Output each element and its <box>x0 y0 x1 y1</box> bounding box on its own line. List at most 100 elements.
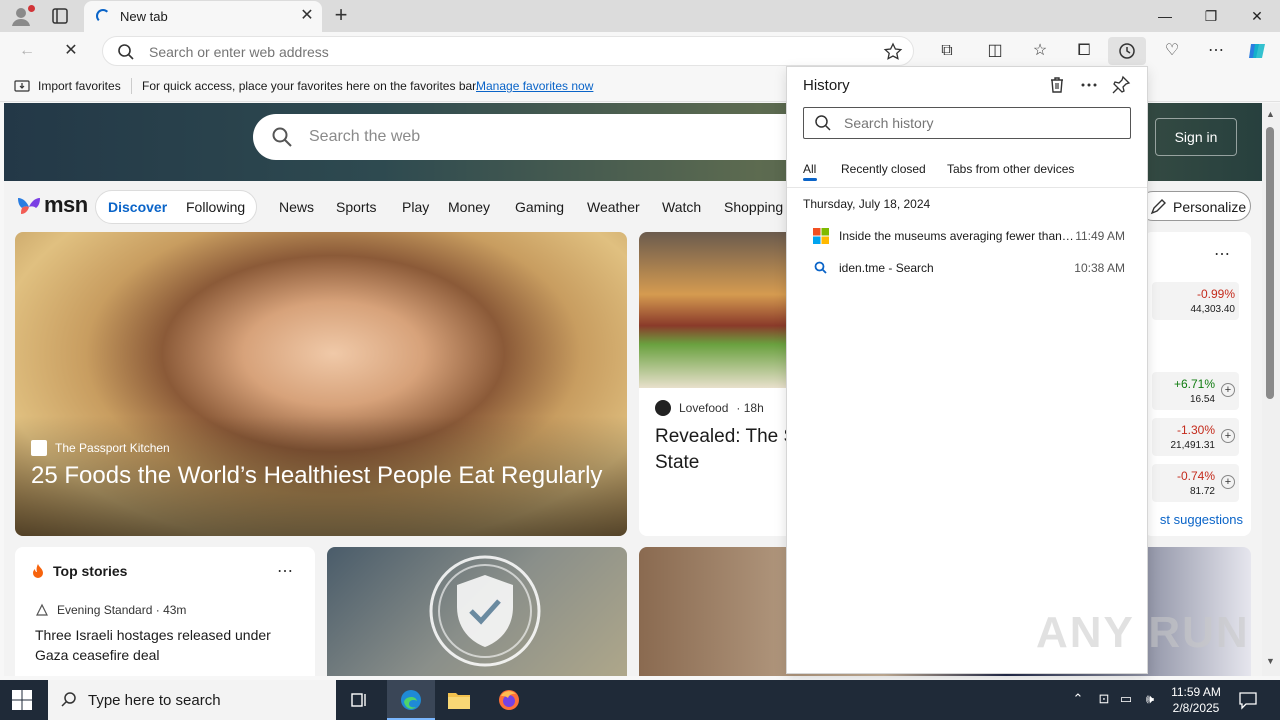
top-stories-more-icon[interactable]: ⋯ <box>277 561 293 581</box>
stock-row[interactable]: -0.74% 81.72 + <box>1152 464 1239 502</box>
hero-article-card[interactable]: The Passport Kitchen 25 Foods the World’… <box>15 232 627 536</box>
page-scrollbar[interactable]: ▲ ▼ <box>1262 103 1280 676</box>
story-title[interactable]: Three Israeli hostages released under Ga… <box>35 625 295 665</box>
stock-row[interactable]: -1.30% 21,491.31 + <box>1152 418 1239 456</box>
taskbar-edge-app[interactable] <box>387 680 435 720</box>
nav-gaming[interactable]: Gaming <box>515 199 564 215</box>
scroll-up-icon[interactable]: ▲ <box>1266 109 1275 119</box>
history-search-input[interactable] <box>844 114 1114 132</box>
feed-toggle: Discover Following <box>95 190 257 224</box>
history-item-title: Inside the museums averaging fewer than … <box>839 229 1075 243</box>
anyrun-watermark: ANY RUN <box>1036 608 1250 657</box>
suggestions-link[interactable]: st suggestions <box>1144 512 1243 527</box>
taskbar-clock[interactable]: 11:59 AM 2/8/2025 <box>1166 684 1226 716</box>
search-icon <box>815 115 831 131</box>
nav-watch[interactable]: Watch <box>662 199 701 215</box>
back-icon[interactable]: ← <box>16 40 38 62</box>
history-panel: History All Recently closed Tabs from ot… <box>786 66 1148 674</box>
new-tab-button[interactable]: + <box>330 4 352 26</box>
favorite-star-icon[interactable] <box>883 42 903 62</box>
top-stories-header: Top stories <box>31 563 127 579</box>
favorites-icon[interactable]: ☆ <box>1029 40 1051 62</box>
split-screen-icon[interactable]: ◫ <box>984 40 1006 62</box>
add-stock-icon[interactable]: + <box>1221 475 1235 489</box>
tab-discover[interactable]: Discover <box>108 199 167 215</box>
stock-change: -0.74% <box>1176 469 1215 483</box>
close-window-button[interactable]: ✕ <box>1234 0 1280 32</box>
manage-favorites-link[interactable]: Manage favorites now <box>476 79 593 93</box>
history-button[interactable] <box>1108 37 1146 65</box>
restore-button[interactable]: ❐ <box>1188 0 1234 32</box>
pin-icon[interactable] <box>1111 75 1131 95</box>
nav-shopping[interactable]: Shopping <box>724 199 783 215</box>
taskbar-firefox-app[interactable] <box>485 680 533 720</box>
import-favorites-button[interactable]: Import favorites <box>14 78 121 94</box>
publisher-logo-icon <box>31 440 47 456</box>
task-view-button[interactable] <box>336 680 384 720</box>
volume-icon[interactable]: 🕪 <box>1142 691 1158 707</box>
story-source-name: Evening Standard · 43m <box>57 603 187 617</box>
tab-close-icon[interactable]: ✕ <box>298 7 316 25</box>
web-search-box[interactable]: Search the web <box>253 114 813 160</box>
personalize-button[interactable]: Personalize <box>1138 191 1251 221</box>
card2-source-name: Lovefood <box>679 401 729 415</box>
nav-play[interactable]: Play <box>402 199 429 215</box>
nav-money[interactable]: Money <box>448 199 490 215</box>
loading-spinner-icon <box>96 9 110 23</box>
network-icon[interactable]: ▭ <box>1118 691 1134 707</box>
tab-following[interactable]: Following <box>186 199 245 215</box>
sign-in-button[interactable]: Sign in <box>1155 118 1237 156</box>
article-card-security[interactable] <box>327 547 627 676</box>
hero-title[interactable]: 25 Foods the World’s Healthiest People E… <box>31 462 621 490</box>
scroll-thumb[interactable] <box>1266 127 1274 399</box>
card2-source: Lovefood · 18h <box>655 400 764 416</box>
more-options-icon[interactable] <box>1079 75 1099 95</box>
history-item-title: iden.tme - Search <box>839 261 934 275</box>
lovefood-logo-icon <box>655 400 671 416</box>
top-stories-heading: Top stories <box>53 563 128 579</box>
tab-actions-icon[interactable] <box>50 6 70 26</box>
search-icon <box>814 261 827 274</box>
msn-logo[interactable]: msn <box>16 192 88 218</box>
history-item[interactable]: iden.tme - Search 10:38 AM <box>803 254 1131 282</box>
copilot-icon[interactable] <box>1246 40 1268 62</box>
history-search-box[interactable] <box>803 107 1131 139</box>
taskbar-file-explorer-app[interactable] <box>435 680 483 720</box>
history-tab-recently-closed[interactable]: Recently closed <box>841 162 926 176</box>
stock-change: -0.99% <box>1196 287 1235 301</box>
address-bar[interactable] <box>102 36 914 66</box>
nav-news[interactable]: News <box>279 199 314 215</box>
history-tab-other-devices[interactable]: Tabs from other devices <box>947 162 1074 176</box>
browser-essentials-icon[interactable]: ♡ <box>1161 40 1183 62</box>
more-options-icon[interactable]: ⋯ <box>1205 40 1227 62</box>
history-item[interactable]: Inside the museums averaging fewer than … <box>803 222 1131 250</box>
history-title: History <box>803 77 850 94</box>
extensions-icon[interactable]: ⧉ <box>936 40 958 62</box>
collections-icon[interactable]: ⧠ <box>1073 40 1095 62</box>
widget-more-icon[interactable]: ⋯ <box>1214 244 1230 264</box>
add-stock-icon[interactable]: + <box>1221 429 1235 443</box>
web-search-placeholder: Search the web <box>309 128 421 145</box>
stock-row[interactable]: +6.71% 16.54 + <box>1152 372 1239 410</box>
scroll-down-icon[interactable]: ▼ <box>1266 656 1275 666</box>
import-favorites-label: Import favorites <box>38 79 121 93</box>
taskbar-search-placeholder: Type here to search <box>88 692 221 709</box>
tray-overflow-icon[interactable]: ⌃ <box>1070 691 1086 707</box>
notifications-icon[interactable] <box>1238 690 1258 710</box>
tray-security-icon[interactable]: ⊡ <box>1096 691 1112 707</box>
taskbar-search-box[interactable]: Type here to search <box>48 680 336 720</box>
nav-weather[interactable]: Weather <box>587 199 640 215</box>
trash-icon[interactable] <box>1047 75 1067 95</box>
stock-row[interactable]: -0.99% 44,303.40 <box>1152 282 1239 320</box>
markets-widget: ⋯ -0.99% 44,303.40 +6.71% 16.54 + -1.30%… <box>1144 232 1251 536</box>
address-input[interactable] <box>149 43 849 61</box>
title-bar: New tab ✕ + — ❐ ✕ <box>0 0 1280 32</box>
add-stock-icon[interactable]: + <box>1221 383 1235 397</box>
nav-sports[interactable]: Sports <box>336 199 376 215</box>
tab-new-tab[interactable]: New tab ✕ <box>84 1 322 32</box>
minimize-button[interactable]: — <box>1142 0 1188 32</box>
stop-loading-icon[interactable]: ✕ <box>60 40 82 62</box>
history-tab-all[interactable]: All <box>803 162 816 176</box>
windows-start-icon[interactable] <box>12 690 32 710</box>
stock-value: 81.72 <box>1189 486 1215 497</box>
